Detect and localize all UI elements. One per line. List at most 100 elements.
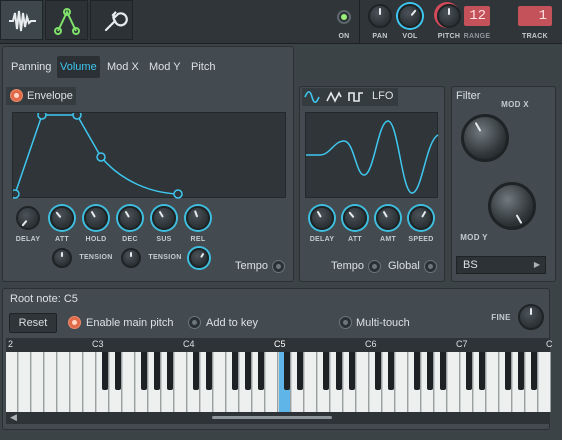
black-key[interactable] [349,352,355,390]
white-key[interactable] [6,352,18,412]
env-sus-knob[interactable] [152,206,176,230]
tab-pitch[interactable]: Pitch [188,56,218,78]
env-rel-knob[interactable] [186,206,210,230]
pan-knob[interactable] [368,4,392,28]
tab-volume[interactable]: Volume [57,56,100,78]
lfo-delay-knob[interactable] [310,206,334,230]
white-key[interactable] [123,352,135,412]
white-key[interactable] [305,352,317,412]
white-key[interactable] [487,352,499,412]
add-to-key-toggle[interactable] [188,316,201,329]
filter-type-select[interactable]: BS ▶ [456,256,546,274]
black-key[interactable] [440,352,446,390]
white-key[interactable] [539,352,551,412]
white-key[interactable] [266,352,278,412]
env-att-knob[interactable] [50,206,74,230]
octave-label: C6 [365,339,377,349]
white-key[interactable] [357,352,369,412]
on-led[interactable] [337,10,351,24]
black-key[interactable] [245,352,251,390]
square-wave-icon[interactable] [348,90,364,104]
track-display[interactable]: 1 [518,6,552,26]
black-key[interactable] [388,352,394,390]
tab-sample[interactable] [0,0,43,40]
black-key[interactable] [284,352,290,390]
black-key[interactable] [375,352,381,390]
mod-x-knob[interactable] [461,114,509,162]
env-dec-knob[interactable] [118,206,142,230]
tab-envelope[interactable] [45,0,88,40]
lfo-tempo-toggle[interactable] [368,260,381,273]
range-value: 12 [469,8,486,24]
black-key[interactable] [206,352,212,390]
black-key[interactable] [232,352,238,390]
white-key[interactable] [19,352,31,412]
root-note-label: Root note: C5 [10,293,78,305]
black-key[interactable] [102,352,108,390]
range-display[interactable]: 12 [464,6,490,26]
lfo-global-toggle[interactable] [424,260,437,273]
black-key[interactable] [323,352,329,390]
enable-main-pitch-toggle[interactable] [68,316,81,329]
white-key[interactable] [175,352,187,412]
tab-misc[interactable] [90,0,133,40]
black-key[interactable] [505,352,511,390]
black-key[interactable] [167,352,173,390]
black-key[interactable] [414,352,420,390]
white-key[interactable] [45,352,57,412]
black-key[interactable] [531,352,537,390]
scrollbar-thumb[interactable] [212,416,332,419]
black-key[interactable] [466,352,472,390]
tab-mod-y[interactable]: Mod Y [146,56,184,78]
lfo-label: LFO [372,90,394,102]
tab-mod-x[interactable]: Mod X [104,56,142,78]
lfo-att-knob[interactable] [343,206,367,230]
white-key[interactable] [448,352,460,412]
scroll-left-icon[interactable]: ◀ [10,412,17,423]
octave-label: C7 [456,339,468,349]
vol-label: VOL [402,33,418,40]
fine-knob[interactable] [518,304,544,330]
tab-panning[interactable]: Panning [8,56,54,78]
triangle-wave-icon[interactable] [326,90,342,104]
black-key[interactable] [336,352,342,390]
lfo-delay-label: DELAY [309,236,335,243]
track-value: 1 [538,8,547,24]
multi-touch-toggle[interactable] [339,316,352,329]
tension-knob-1[interactable] [52,248,72,268]
black-key[interactable] [258,352,264,390]
black-key[interactable] [115,352,121,390]
black-key[interactable] [479,352,485,390]
pitch-knob[interactable] [437,4,461,28]
envelope-point [37,110,47,120]
black-key[interactable] [141,352,147,390]
white-key[interactable] [84,352,96,412]
sine-wave-icon[interactable] [304,90,320,104]
black-key[interactable] [154,352,160,390]
keyboard-scrollbar[interactable]: ◀ [6,412,550,424]
white-key[interactable] [32,352,44,412]
lfo-tempo-label: Tempo [331,260,365,272]
white-key[interactable] [396,352,408,412]
black-key[interactable] [297,352,303,390]
mod-y-knob[interactable] [488,182,536,230]
tension-knob-2[interactable] [121,248,141,268]
tension-knob-3[interactable] [189,248,209,268]
env-att-label: ATT [55,236,69,243]
env-tempo-toggle[interactable] [272,260,285,273]
env-hold-knob[interactable] [84,206,108,230]
lfo-amt-knob[interactable] [376,206,400,230]
black-key[interactable] [193,352,199,390]
vol-knob[interactable] [398,4,422,28]
envelope-graph[interactable] [10,110,286,199]
reset-label: Reset [18,317,48,329]
reset-button[interactable]: Reset [9,313,57,333]
black-key[interactable] [427,352,433,390]
lfo-speed-knob[interactable] [409,206,433,230]
black-key[interactable] [518,352,524,390]
env-delay-knob[interactable] [16,206,40,230]
envelope-toggle[interactable] [10,89,23,102]
white-key[interactable] [58,352,70,412]
white-key[interactable] [214,352,226,412]
white-key[interactable] [71,352,83,412]
